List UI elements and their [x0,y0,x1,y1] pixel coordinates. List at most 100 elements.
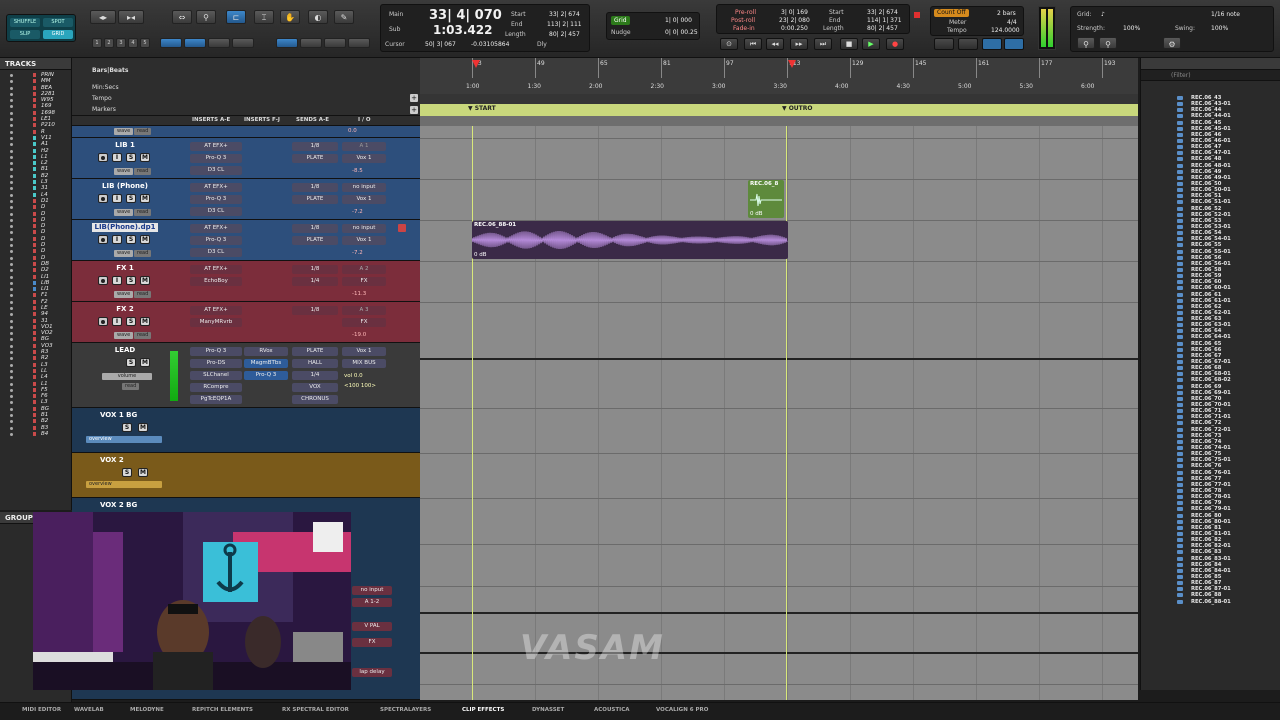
automation-mode[interactable]: read [134,332,152,339]
record-arm-button[interactable] [98,276,108,285]
solo-button[interactable]: S [126,276,136,285]
playlist-area[interactable]: REC.06_88-01 0 dB REC.06_8 0 dB [420,126,1138,700]
track-view-selector[interactable]: wave [114,332,134,339]
track-name[interactable]: LIB 1 [94,141,156,150]
insert-slot[interactable]: Pro-Q 3 [190,347,242,356]
input-selector[interactable]: A 3 [342,306,386,315]
track-name[interactable]: VOX 2 BG [76,501,156,510]
track-name[interactable]: LIB (Phone) [94,182,156,191]
output-selector[interactable]: FX [352,638,392,647]
insert-slot[interactable]: PgTcEQP1A [190,395,242,404]
conductor-icon[interactable] [1004,38,1024,50]
automation-mode[interactable]: read [134,168,152,175]
grabber-tool-icon[interactable]: ✋ [280,10,300,24]
mute-button[interactable]: M [140,235,150,244]
insert-slot[interactable]: D3 CL [190,207,242,216]
magnify-icon[interactable]: ⚲ [196,10,216,24]
input-selector[interactable]: no input [352,586,392,595]
record-arm-button[interactable] [98,153,108,162]
fadein-label[interactable]: Fade-in [733,25,755,32]
scrubber-tool-icon[interactable]: ◐ [308,10,328,24]
transport-length-value[interactable]: 80| 2| 457 [867,25,898,32]
tab-clip-effects[interactable]: CLIP EFFECTS [462,707,504,713]
track-view-selector[interactable]: wave [114,128,134,135]
mute-button[interactable]: M [140,358,150,367]
fast-forward-icon[interactable]: ▸▸ [790,38,808,50]
grid-panel-value[interactable]: 1/16 note [1211,11,1240,18]
tempo-value[interactable]: 124.0000 [991,27,1020,34]
output-selector[interactable]: lap delay [352,668,392,677]
zoom-preset-3[interactable]: 3 [116,38,126,48]
send-slot[interactable]: PLATE [292,154,338,163]
tab-wavelab[interactable]: WAVELAB [74,707,104,713]
postroll-value[interactable]: 23| 2| 080 [779,17,810,24]
tempo-ruler-label[interactable]: Tempo [92,95,112,102]
strength-value[interactable]: 100% [1123,25,1140,32]
zoom-in-icon[interactable]: ▸◂ [118,10,144,24]
send-slot[interactable]: 1/4 [292,277,338,286]
zoomer-tool-icon[interactable]: ⇔ [172,10,192,24]
send-slot[interactable]: 1/8 [292,306,338,315]
audio-clip[interactable]: REC.06_8 0 dB [748,180,784,218]
output-selector[interactable]: FX [342,277,386,286]
track-vox-1-bg[interactable]: VOX 1 BG S M overview [72,408,420,453]
midi-merge-icon[interactable] [982,38,1002,50]
tempo-ruler[interactable] [420,94,1138,104]
send-slot[interactable]: 1/8 [292,183,338,192]
insert-slot[interactable]: AT EFX+ [190,265,242,274]
transport-end-value[interactable]: 114| 1| 371 [867,17,902,24]
solo-button[interactable]: S [126,153,136,162]
send-slot[interactable]: 1/4 [292,371,338,380]
mute-button[interactable]: M [140,153,150,162]
nudge-value[interactable]: 0| 0| 00.25 [665,29,698,36]
insert-slot[interactable]: EchoBoy [190,277,242,286]
track-view-selector[interactable]: overview [86,436,162,443]
insert-slot[interactable]: ManyMRvrb [190,318,242,327]
tracks-list-item[interactable]: B4 [0,431,71,437]
tab-repitch-elements[interactable]: REPITCH ELEMENTS [192,707,253,713]
automation-mode[interactable]: read [134,128,152,135]
shuffle-mode-button[interactable]: SHUFFLE [10,18,40,27]
insert-slot[interactable]: AT EFX+ [190,306,242,315]
trim-tool-icon[interactable]: ⊏ [226,10,246,24]
bars-ruler[interactable]: 3349658197113129145161177193 [420,58,1138,78]
send-slot[interactable]: PLATE [292,347,338,356]
mute-button[interactable]: M [140,194,150,203]
send-slot[interactable]: PLATE [292,236,338,245]
swing-value[interactable]: 100% [1211,25,1228,32]
loop-record-icon[interactable] [934,38,954,50]
tempo-label[interactable]: Tempo [947,27,967,34]
end-value[interactable]: 113| 2| 111 [547,21,582,28]
mute-button[interactable]: M [140,276,150,285]
insert-slot[interactable]: RCompre [190,383,242,392]
track-view-selector[interactable]: wave [114,168,134,175]
tab-spectralayers[interactable]: SPECTRALAYERS [380,707,431,713]
input-monitor-button[interactable]: I [112,317,122,326]
zoom-fit-icon[interactable]: ⚲ [1099,37,1117,49]
solo-button[interactable]: S [122,423,132,432]
input-selector[interactable]: A 2 [342,265,386,274]
track-name[interactable]: VOX 1 BG [76,411,156,420]
length-value[interactable]: 80| 2| 457 [549,31,580,38]
marker-start[interactable]: ▼ START [468,105,496,112]
link-track-icon[interactable] [232,38,254,48]
start-value[interactable]: 33| 2| 674 [549,11,580,18]
tab-vocalign-6-pro[interactable]: VOCALIGN 6 PRO [656,707,708,713]
tab-to-transient-icon[interactable] [160,38,182,48]
grid-toggle[interactable]: Grid [611,16,630,25]
record-arm-button[interactable] [98,317,108,326]
smart-tool-icon[interactable] [348,38,370,48]
automation-mode[interactable]: read [134,209,152,216]
input-monitor-button[interactable]: I [112,194,122,203]
zoom-search-icon[interactable]: ⚲ [1077,37,1095,49]
rewind-icon[interactable]: ◂◂ [766,38,784,50]
automation-mode[interactable]: read [122,383,140,390]
tab-dynasset[interactable]: DYNASSET [532,707,564,713]
main-counter-value[interactable]: 33| 4| 070 [429,8,502,23]
mute-button[interactable]: M [138,468,148,477]
bars-beats-ruler-label[interactable]: Bars|Beats [92,67,128,74]
input-monitor-button[interactable]: I [112,153,122,162]
record-arm-button[interactable] [98,235,108,244]
return-to-zero-icon[interactable]: ⏮ [744,38,762,50]
track-lib-1[interactable]: LIB 1 I S M wave read AT EFX+ Pro-Q 3 D3… [72,138,420,179]
